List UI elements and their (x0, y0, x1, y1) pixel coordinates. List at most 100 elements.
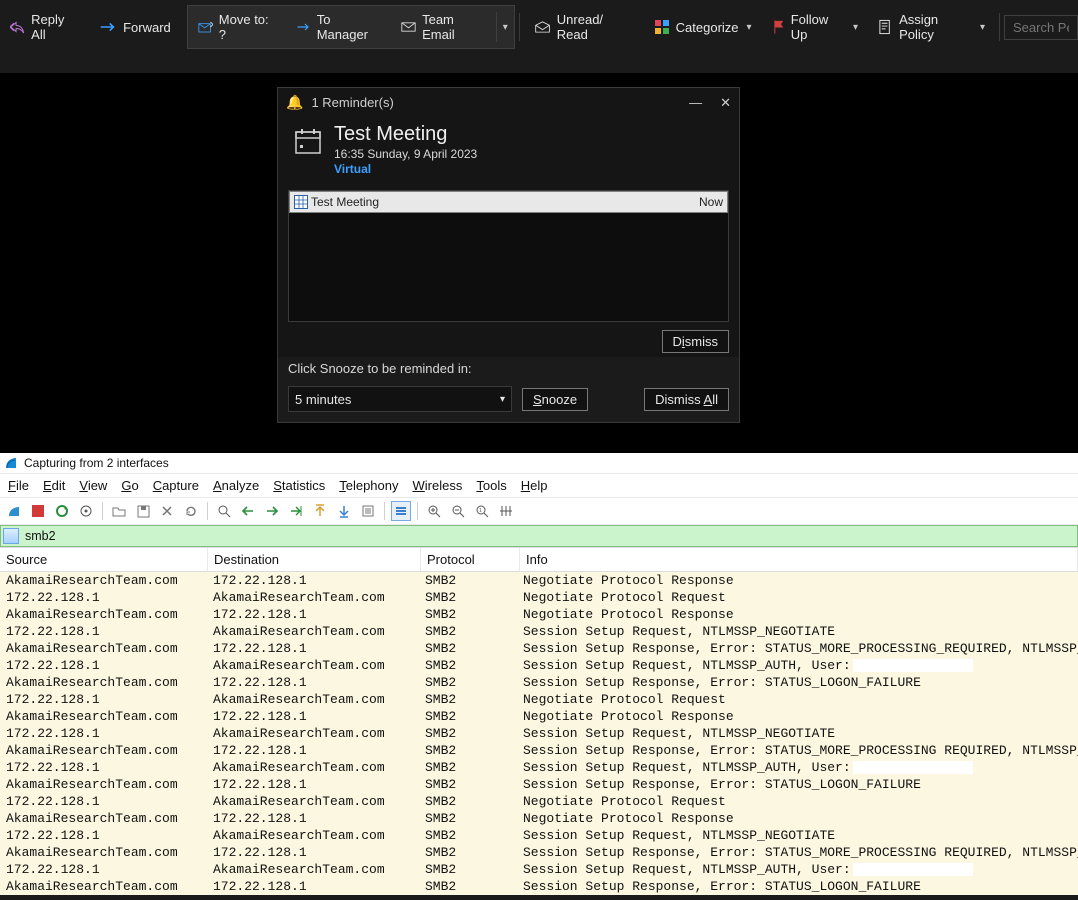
reminder-titlebar[interactable]: 🔔 1 Reminder(s) — ✕ (278, 88, 739, 117)
menu-statistics[interactable]: Statistics (273, 478, 325, 493)
open-file-button[interactable] (109, 501, 129, 521)
capture-options-button[interactable] (76, 501, 96, 521)
dismiss-all-button[interactable]: Dismiss All (644, 388, 729, 411)
packet-row[interactable]: 172.22.128.1AkamaiResearchTeam.comSMB2Se… (0, 623, 1078, 640)
menu-help[interactable]: Help (521, 478, 548, 493)
assign-policy-button[interactable]: Assign Policy ▾ (868, 6, 995, 48)
menu-file[interactable]: File (8, 478, 29, 493)
redacted-user (853, 863, 973, 876)
menu-go[interactable]: Go (121, 478, 138, 493)
stop-capture-button[interactable] (28, 501, 48, 521)
zoom-in-button[interactable] (424, 501, 444, 521)
gear-icon (79, 504, 93, 518)
packet-row[interactable]: AkamaiResearchTeam.com172.22.128.1SMB2Ne… (0, 572, 1078, 589)
reload-button[interactable] (181, 501, 201, 521)
restart-icon (55, 504, 69, 518)
find-packet-button[interactable] (214, 501, 234, 521)
restart-capture-button[interactable] (52, 501, 72, 521)
reminder-footer: 5 minutes ▾ Snooze Dismiss All (278, 380, 739, 422)
menu-telephony[interactable]: Telephony (339, 478, 398, 493)
packet-row[interactable]: AkamaiResearchTeam.com172.22.128.1SMB2Ne… (0, 810, 1078, 827)
menu-edit[interactable]: Edit (43, 478, 65, 493)
zoom-out-button[interactable] (448, 501, 468, 521)
display-filter-input[interactable] (23, 528, 1073, 544)
unread-read-button[interactable]: Unread/ Read (524, 6, 644, 48)
col-source[interactable]: Source (0, 548, 208, 571)
categorize-button[interactable]: Categorize ▾ (644, 13, 762, 41)
wireshark-toolbar: 1 (0, 497, 1078, 525)
packet-row[interactable]: AkamaiResearchTeam.com172.22.128.1SMB2Se… (0, 844, 1078, 861)
categorize-label: Categorize (676, 20, 739, 35)
menu-tools[interactable]: Tools (476, 478, 506, 493)
search-input[interactable] (1004, 15, 1078, 40)
follow-up-button[interactable]: Follow Up ▾ (762, 6, 869, 48)
go-first-button[interactable] (310, 501, 330, 521)
start-capture-button[interactable] (4, 501, 24, 521)
reminder-list-item[interactable]: Test Meeting Now (289, 191, 728, 213)
wireshark-menubar[interactable]: File Edit View Go Capture Analyze Statistics Te… (0, 474, 1078, 497)
reminder-when: 16:35 Sunday, 9 April 2023 (334, 147, 477, 161)
col-destination[interactable]: Destination (208, 548, 421, 571)
dismiss-button[interactable]: Dismiss (662, 330, 730, 353)
reply-all-label: Reply All (31, 12, 79, 42)
packet-row[interactable]: AkamaiResearchTeam.com172.22.128.1SMB2Ne… (0, 708, 1078, 725)
packet-row[interactable]: 172.22.128.1AkamaiResearchTeam.comSMB2Ne… (0, 793, 1078, 810)
go-back-button[interactable] (238, 501, 258, 521)
to-manager-label: To Manager (317, 12, 381, 42)
packet-row[interactable]: AkamaiResearchTeam.com172.22.128.1SMB2Ne… (0, 606, 1078, 623)
packet-list-header[interactable]: Source Destination Protocol Info (0, 547, 1078, 572)
redacted-user (853, 659, 973, 672)
packet-list[interactable]: AkamaiResearchTeam.com172.22.128.1SMB2Ne… (0, 572, 1078, 895)
colorize-button[interactable] (391, 501, 411, 521)
col-info[interactable]: Info (520, 548, 1078, 571)
quick-steps-dropdown[interactable]: ▾ (496, 12, 514, 42)
snooze-duration-select[interactable]: 5 minutes ▾ (288, 386, 512, 412)
minimize-button[interactable]: — (689, 95, 702, 111)
reminder-item-due: Now (699, 195, 723, 209)
packet-row[interactable]: AkamaiResearchTeam.com172.22.128.1SMB2Se… (0, 878, 1078, 895)
reminder-location[interactable]: Virtual (334, 162, 477, 176)
arrow-left-icon (241, 506, 255, 516)
packet-row[interactable]: AkamaiResearchTeam.com172.22.128.1SMB2Se… (0, 674, 1078, 691)
move-to-button[interactable]: Move to: ? (188, 6, 286, 48)
move-to-label: Move to: ? (219, 12, 276, 42)
close-button[interactable]: ✕ (720, 95, 731, 111)
packet-row[interactable]: AkamaiResearchTeam.com172.22.128.1SMB2Se… (0, 640, 1078, 657)
packet-row[interactable]: AkamaiResearchTeam.com172.22.128.1SMB2Se… (0, 776, 1078, 793)
resize-columns-button[interactable] (496, 501, 516, 521)
menu-capture[interactable]: Capture (153, 478, 199, 493)
menu-wireless[interactable]: Wireless (413, 478, 463, 493)
packet-row[interactable]: 172.22.128.1AkamaiResearchTeam.comSMB2Se… (0, 657, 1078, 674)
arrow-right-icon (265, 506, 279, 516)
to-manager-arrow-icon (296, 21, 311, 33)
reply-all-button[interactable]: Reply All (0, 6, 89, 48)
menu-view[interactable]: View (79, 478, 107, 493)
packet-row[interactable]: 172.22.128.1AkamaiResearchTeam.comSMB2Se… (0, 725, 1078, 742)
col-protocol[interactable]: Protocol (421, 548, 520, 571)
goto-icon (289, 505, 303, 517)
flag-icon (772, 19, 785, 35)
menu-analyze[interactable]: Analyze (213, 478, 259, 493)
packet-row[interactable]: AkamaiResearchTeam.com172.22.128.1SMB2Se… (0, 742, 1078, 759)
forward-button[interactable]: Forward (89, 14, 181, 41)
close-file-button[interactable] (157, 501, 177, 521)
team-email-button[interactable]: Team Email (391, 6, 496, 48)
zoom-reset-button[interactable]: 1 (472, 501, 492, 521)
wireshark-window: Capturing from 2 interfaces FileEditView… (0, 453, 1078, 895)
reminder-list[interactable]: Test Meeting Now (288, 190, 729, 322)
go-last-button[interactable] (334, 501, 354, 521)
packet-row[interactable]: 172.22.128.1AkamaiResearchTeam.comSMB2Se… (0, 827, 1078, 844)
save-button[interactable] (133, 501, 153, 521)
packet-row[interactable]: 172.22.128.1AkamaiResearchTeam.comSMB2Ne… (0, 691, 1078, 708)
move-to-icon (198, 20, 213, 34)
go-to-packet-button[interactable] (286, 501, 306, 521)
resize-columns-icon (499, 504, 513, 518)
packet-row[interactable]: 172.22.128.1AkamaiResearchTeam.comSMB2Se… (0, 759, 1078, 776)
snooze-button[interactable]: Snooze (522, 388, 588, 411)
to-manager-button[interactable]: To Manager (286, 6, 391, 48)
packet-row[interactable]: 172.22.128.1AkamaiResearchTeam.comSMB2Ne… (0, 589, 1078, 606)
go-forward-button[interactable] (262, 501, 282, 521)
filter-bookmark-icon[interactable] (3, 528, 19, 544)
packet-row[interactable]: 172.22.128.1AkamaiResearchTeam.comSMB2Se… (0, 861, 1078, 878)
auto-scroll-button[interactable] (358, 501, 378, 521)
